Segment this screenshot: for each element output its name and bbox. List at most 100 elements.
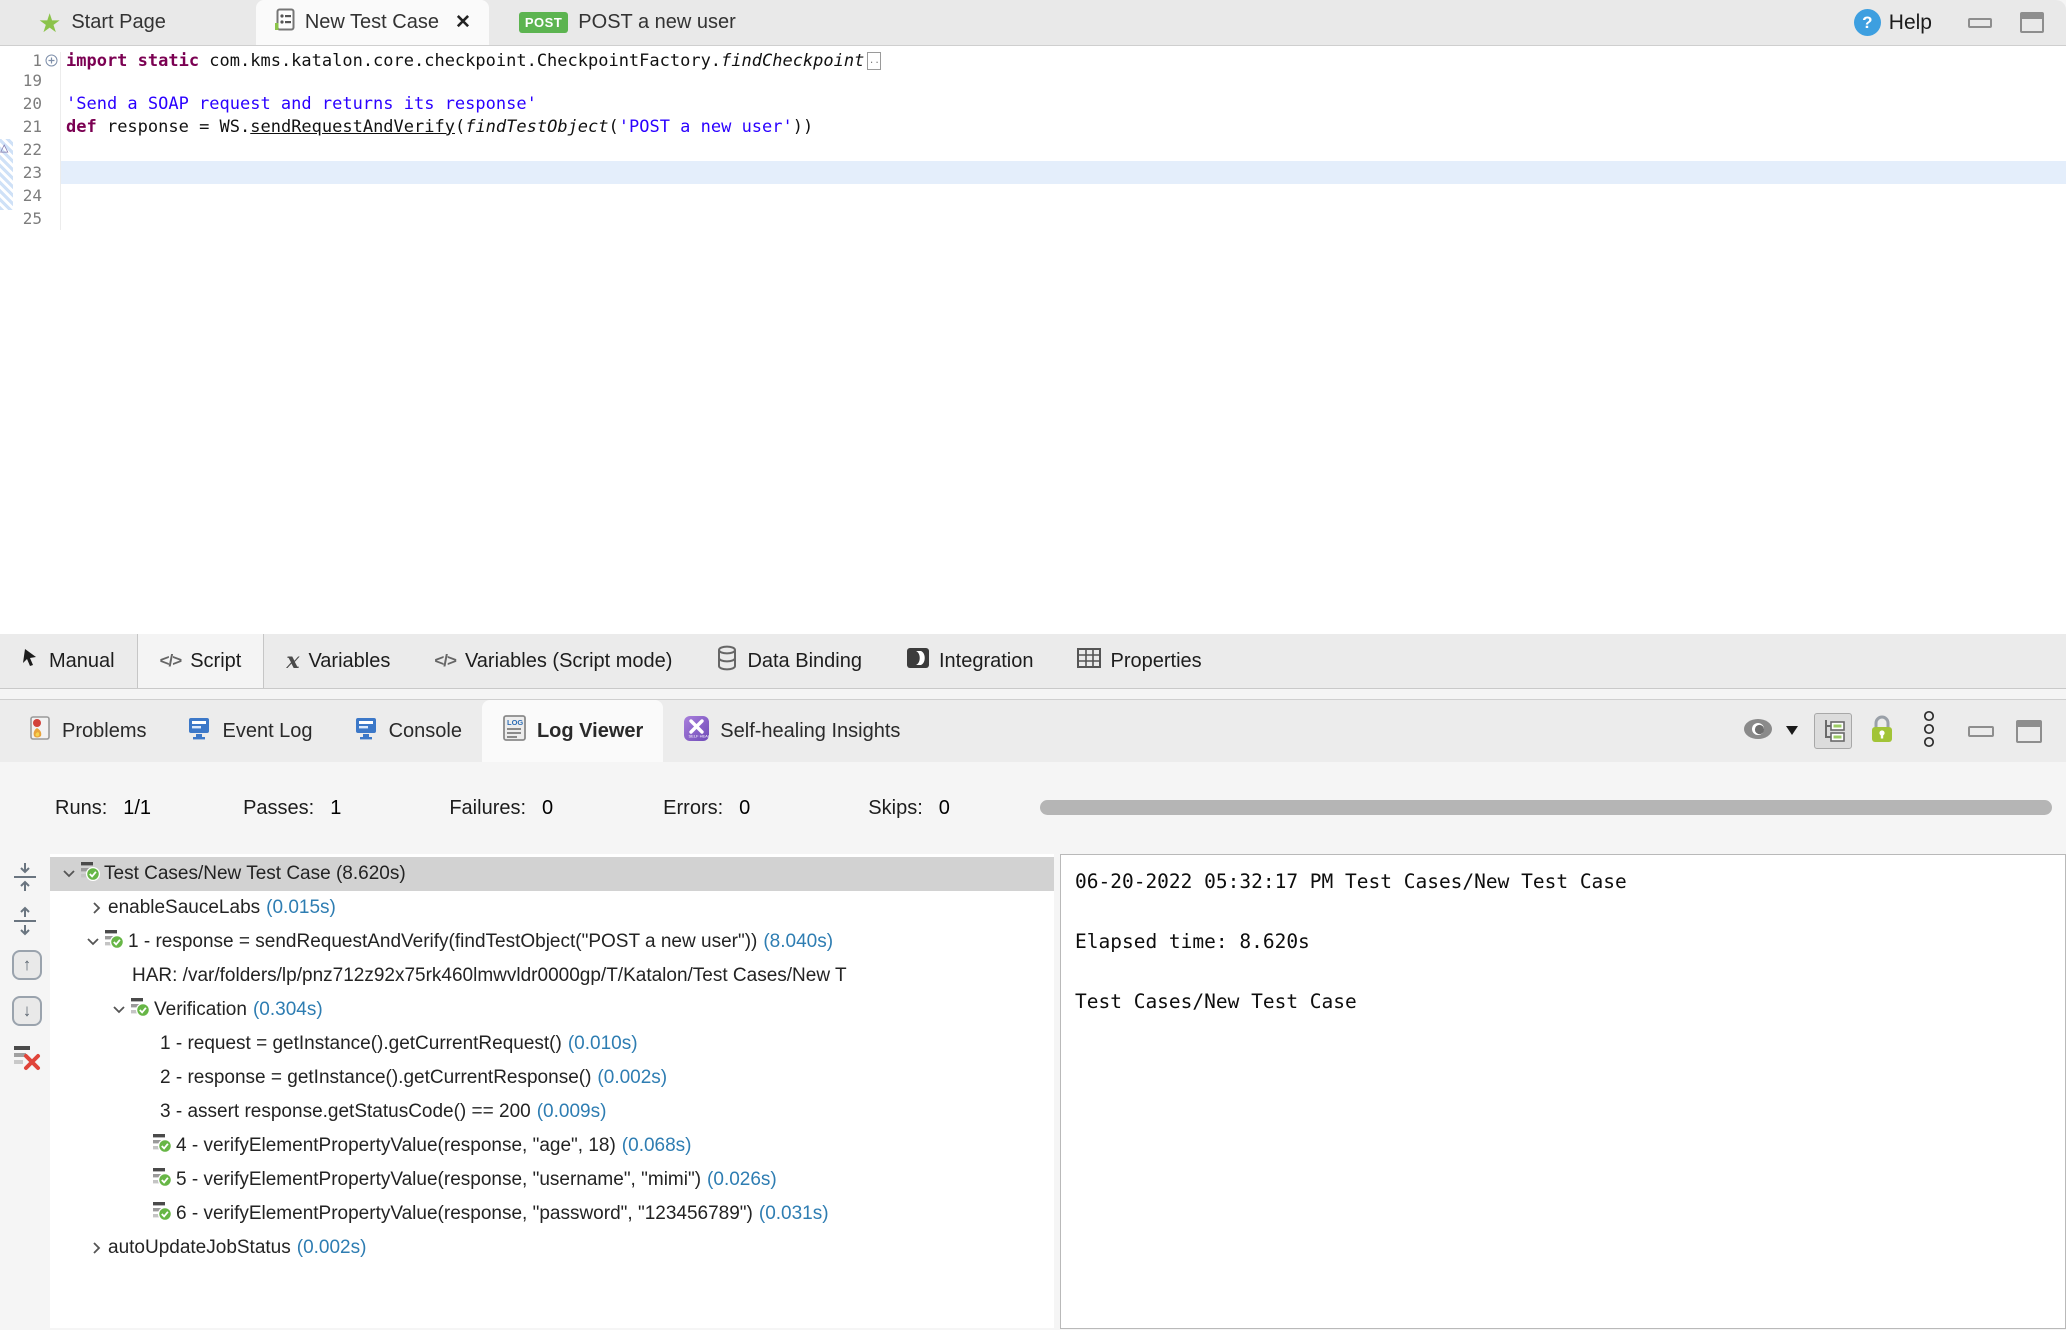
line-number: 1	[0, 51, 42, 70]
tree-row-send-request[interactable]: 1 - response = sendRequestAndVerify(find…	[50, 925, 1054, 959]
string-literal: 'Send a SOAP request and returns its res…	[66, 94, 537, 114]
tree-row-label: Test Cases/New Test Case (8.620s)	[104, 863, 406, 885]
test-step-passed-icon	[80, 861, 104, 887]
lock-scroll-icon[interactable]	[1868, 714, 1896, 749]
stat-runs: Runs: 1/1	[55, 797, 151, 820]
occurrence-marker-icon: △	[0, 140, 8, 156]
tab-event-log[interactable]: Event Log	[166, 700, 332, 762]
code-line-19[interactable]: 19	[0, 69, 2066, 92]
tab-label: Problems	[62, 720, 146, 743]
test-step-passed-icon	[152, 1133, 176, 1159]
stat-label: Runs:	[55, 797, 107, 820]
tab-start-page[interactable]: ★ Start Page	[0, 0, 190, 45]
log-content-area: ↑ ↓ Test Cases/New Test Case (8.620s) en…	[0, 854, 2066, 1328]
test-result-tree[interactable]: Test Cases/New Test Case (8.620s) enable…	[50, 854, 1054, 1328]
tab-self-healing-insights[interactable]: SELF HEALING Self-healing Insights	[663, 700, 920, 762]
chevron-right-icon[interactable]	[86, 1241, 108, 1255]
code-line-21[interactable]: 21 def response = WS.sendRequestAndVerif…	[0, 115, 2066, 138]
line-number: 25	[0, 209, 42, 228]
tree-row-verify-username[interactable]: 5 - verifyElementPropertyValue(response,…	[50, 1163, 1054, 1197]
collapse-all-icon[interactable]	[12, 862, 38, 897]
code-line-24[interactable]: 24	[0, 184, 2066, 207]
tab-new-test-case[interactable]: New Test Case ✕	[256, 0, 489, 45]
method-link[interactable]: sendRequestAndVerify	[250, 117, 455, 137]
tree-row-verify-age[interactable]: 4 - verifyElementPropertyValue(response,…	[50, 1129, 1054, 1163]
tab-console[interactable]: Console	[333, 700, 482, 762]
tree-row-get-response[interactable]: 2 - response = getInstance().getCurrentR…	[50, 1061, 1054, 1095]
run-progress-bar	[1040, 800, 2052, 815]
tab-label: Self-healing Insights	[720, 720, 900, 743]
variable-x-icon: x	[286, 648, 299, 674]
expand-all-icon[interactable]	[12, 906, 38, 941]
tab-post-a-new-user[interactable]: POST POST a new user	[495, 0, 760, 45]
code-editor[interactable]: △ 1 import static com.kms.katalon.core.c…	[0, 46, 2066, 634]
tab-label: Manual	[49, 650, 115, 673]
log-detail-panel[interactable]: 06-20-2022 05:32:17 PM Test Cases/New Te…	[1060, 854, 2066, 1329]
tree-row-test-case[interactable]: Test Cases/New Test Case (8.620s)	[50, 857, 1054, 891]
package-path: com.kms.katalon.core.checkpoint.Checkpoi…	[199, 51, 721, 71]
code-line-1[interactable]: 1 import static com.kms.katalon.core.che…	[0, 46, 2066, 69]
tree-row-har-path[interactable]: HAR: /var/folders/lp/pnz712z92x75rk460lm…	[50, 959, 1054, 993]
chevron-right-icon[interactable]	[86, 901, 108, 915]
stat-value: 0	[939, 797, 950, 820]
code-line-23-current[interactable]: 23	[0, 161, 2066, 184]
code-line-20[interactable]: 20 'Send a SOAP request and returns its …	[0, 92, 2066, 115]
show-filters-eye-icon[interactable]	[1742, 716, 1778, 747]
panel-maximize-icon[interactable]	[2016, 720, 2042, 743]
view-menu-kebab-icon[interactable]	[1922, 710, 1936, 753]
tree-view-toggle-button[interactable]	[1814, 713, 1852, 749]
log-line: 06-20-2022 05:32:17 PM Test Cases/New Te…	[1075, 867, 2051, 897]
chevron-down-icon[interactable]	[108, 1004, 130, 1016]
duration-badge: (0.026s)	[707, 1169, 777, 1191]
method-name: findCheckpoint	[721, 51, 864, 71]
tab-label: Start Page	[71, 11, 166, 34]
keyword: def	[66, 117, 97, 137]
log-line-blank	[1075, 897, 2051, 927]
panel-minimize-icon[interactable]	[1968, 726, 1994, 737]
tree-row-label: 4 - verifyElementPropertyValue(response,…	[176, 1135, 616, 1157]
tab-variables-script-mode[interactable]: </> Variables (Script mode)	[412, 634, 694, 688]
maximize-icon[interactable]	[2020, 12, 2044, 33]
collapsed-code-box[interactable]: ..	[867, 52, 881, 70]
method-name: findTestObject	[465, 117, 608, 137]
editor-tab-bar: ★ Start Page New Test Case ✕ POST POST a…	[0, 0, 2066, 46]
eye-dropdown-arrow-icon[interactable]	[1786, 722, 1798, 740]
duration-badge: (0.010s)	[568, 1033, 638, 1055]
tab-script[interactable]: </> Script	[138, 634, 265, 688]
line-number: 19	[0, 71, 42, 90]
tree-row-verification[interactable]: Verification (0.304s)	[50, 993, 1054, 1027]
code-line-22[interactable]: 22	[0, 138, 2066, 161]
scroll-up-button[interactable]: ↑	[12, 950, 42, 980]
problems-icon	[28, 715, 52, 747]
database-icon	[716, 645, 738, 677]
tree-row-get-request[interactable]: 1 - request = getInstance().getCurrentRe…	[50, 1027, 1054, 1061]
tab-label: Variables (Script mode)	[465, 650, 672, 673]
tree-row-verify-password[interactable]: 6 - verifyElementPropertyValue(response,…	[50, 1197, 1054, 1231]
tab-problems[interactable]: Problems	[8, 700, 166, 762]
tab-variables[interactable]: x Variables	[264, 634, 412, 688]
code-line-25[interactable]: 25	[0, 207, 2066, 230]
tab-integration[interactable]: Integration	[884, 634, 1056, 688]
tab-log-viewer[interactable]: LOG Log Viewer	[482, 700, 663, 762]
tree-row-auto-update-job-status[interactable]: autoUpdateJobStatus (0.002s)	[50, 1231, 1054, 1265]
minimize-icon[interactable]	[1968, 18, 1992, 28]
tab-data-binding[interactable]: Data Binding	[694, 634, 884, 688]
tab-manual[interactable]: Manual	[0, 634, 138, 688]
log-toolbar-rail: ↑ ↓	[0, 854, 50, 1328]
tab-label: Console	[389, 720, 462, 743]
code-icon: </>	[434, 651, 456, 671]
tree-row-label: 6 - verifyElementPropertyValue(response,…	[176, 1203, 753, 1225]
fold-expand-icon[interactable]	[42, 54, 60, 67]
tree-row-assert-status[interactable]: 3 - assert response.getStatusCode() == 2…	[50, 1095, 1054, 1129]
scroll-down-button[interactable]: ↓	[12, 996, 42, 1026]
code-plain: response = WS.	[97, 117, 251, 137]
duration-badge: (0.002s)	[597, 1067, 667, 1089]
tab-label: Script	[190, 650, 241, 673]
chevron-down-icon[interactable]	[58, 868, 80, 880]
close-icon[interactable]: ✕	[455, 11, 471, 34]
help-button[interactable]: ? Help	[1854, 9, 1932, 36]
tab-properties[interactable]: Properties	[1055, 634, 1223, 688]
clear-log-icon[interactable]	[12, 1044, 42, 1077]
chevron-down-icon[interactable]	[82, 936, 104, 948]
tree-row-enable-sauce-labs[interactable]: enableSauceLabs (0.015s)	[50, 891, 1054, 925]
